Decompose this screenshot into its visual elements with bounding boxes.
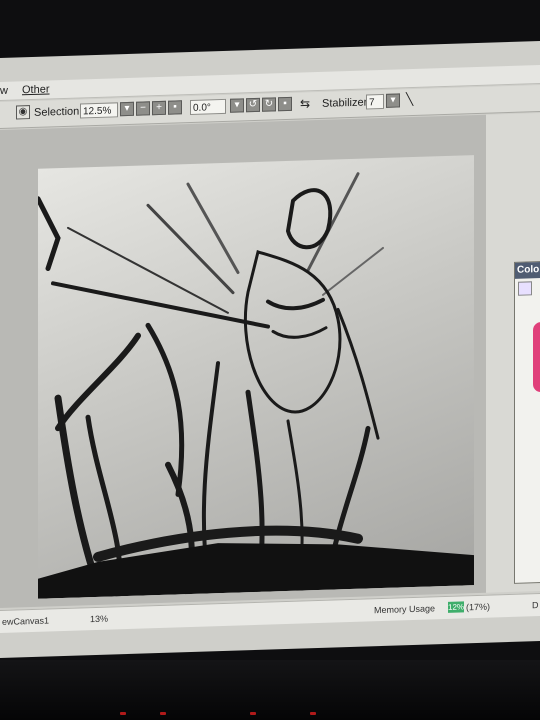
zoom-reset-icon[interactable]: ▪ <box>168 100 182 115</box>
zoom-out-button[interactable]: − <box>136 101 150 116</box>
stabilizer-field[interactable]: 7 <box>366 93 384 110</box>
menu-item-partial[interactable]: w <box>0 85 8 97</box>
rotate-reset-icon[interactable]: ▪ <box>278 96 292 112</box>
rotate-left-icon[interactable]: ↺ <box>246 97 260 113</box>
flip-horizontal-icon[interactable]: ⇆ <box>300 96 310 110</box>
color-wheel-icon[interactable] <box>518 281 532 296</box>
keyboard-light <box>160 712 166 715</box>
eye-icon[interactable]: ◉ <box>16 105 30 120</box>
zoom-in-button[interactable]: + <box>152 100 166 116</box>
chevron-down-icon[interactable]: ▾ <box>120 101 134 117</box>
canvas-zoom-readout: 13% <box>90 613 109 625</box>
memory-usage-bar: 12% <box>448 601 465 613</box>
zoom-field[interactable]: 12.5% <box>80 102 118 119</box>
keyboard-light <box>250 712 256 715</box>
chevron-down-icon[interactable]: ▾ <box>230 98 244 113</box>
keyboard-light <box>310 712 316 715</box>
app-window: w Other ◉ Selection 12.5% ▾ − + ▪ 0.0° ▾… <box>0 41 540 659</box>
rotate-right-icon[interactable]: ↻ <box>262 97 276 112</box>
keyboard-light <box>120 712 126 715</box>
memory-label: Memory Usage <box>374 603 436 616</box>
selection-label: Selection <box>34 105 80 119</box>
memory-percent: (17%) <box>466 601 491 613</box>
color-panel-title: Colo <box>515 261 540 279</box>
color-panel[interactable]: Colo <box>514 260 540 584</box>
pen-stroke-icon: ╲ <box>406 92 414 107</box>
monitor-bezel <box>0 660 540 720</box>
status-partial: D <box>532 600 539 611</box>
canvas-viewport[interactable] <box>0 114 486 608</box>
sketch-artwork <box>38 172 474 599</box>
drawing-canvas[interactable] <box>38 155 474 599</box>
menu-item-other[interactable]: Other <box>22 83 50 96</box>
canvas-name[interactable]: ewCanvas1 <box>2 615 49 626</box>
chevron-down-icon[interactable]: ▾ <box>386 93 400 108</box>
color-wheel[interactable] <box>533 321 540 393</box>
rotation-field[interactable]: 0.0° <box>190 98 226 116</box>
stabilizer-label: Stabilizer <box>322 96 368 110</box>
